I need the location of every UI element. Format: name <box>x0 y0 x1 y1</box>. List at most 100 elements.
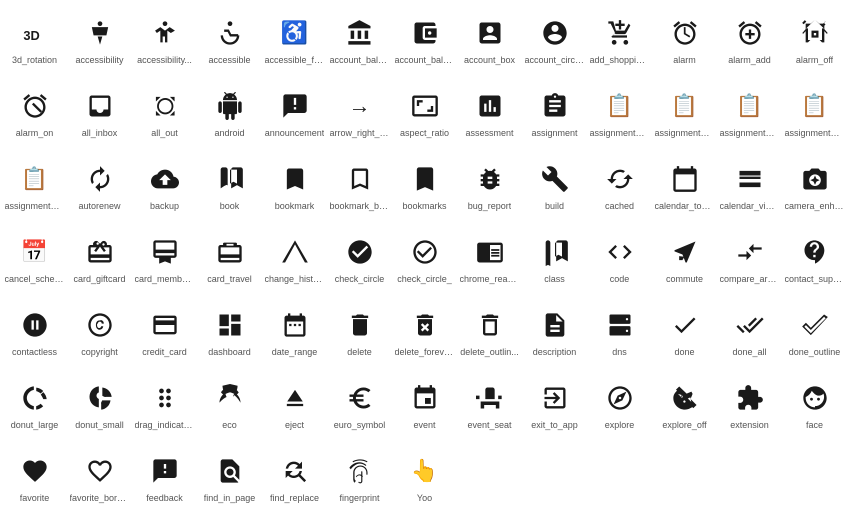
icon-cell-accessibility[interactable]: accessibility <box>67 4 132 77</box>
icon-cell-all_out[interactable]: all_out <box>132 77 197 150</box>
icon-cell-add_shopping_cart[interactable]: add_shopping... <box>587 4 652 77</box>
icon-cell-aspect_ratio[interactable]: aspect_ratio <box>392 77 457 150</box>
icon-cell-drag_indicator[interactable]: drag_indicato... <box>132 369 197 442</box>
icon-cell-camera_enhance[interactable]: camera_enhac... <box>782 150 847 223</box>
icon-cell-delete_outline[interactable]: delete_outlin... <box>457 296 522 369</box>
icon-cell-bookmarks[interactable]: bookmarks <box>392 150 457 223</box>
icon-cell-android[interactable]: android <box>197 77 262 150</box>
icon-cell-favorite_border[interactable]: favorite_bord... <box>67 442 132 515</box>
icon-cell-chrome_reader_mode[interactable]: chrome_reader... <box>457 223 522 296</box>
account_balance-label: account_balan... <box>330 55 390 66</box>
icon-cell-yoo[interactable]: 👆Yoo <box>392 442 457 515</box>
icon-cell-3d_rotation[interactable]: 3D3d_rotation <box>2 4 67 77</box>
account_box-icon <box>476 15 504 51</box>
icon-cell-assignment[interactable]: assignment <box>522 77 587 150</box>
icon-cell-commute[interactable]: commute <box>652 223 717 296</box>
icon-cell-build[interactable]: build <box>522 150 587 223</box>
icon-cell-check_circle[interactable]: check_circle <box>327 223 392 296</box>
icon-cell-eco[interactable]: eco <box>197 369 262 442</box>
icon-cell-cached[interactable]: cached <box>587 150 652 223</box>
icon-cell-assignment_ind[interactable]: 📋assignment_in... <box>587 77 652 150</box>
icon-cell-card_membership[interactable]: card_membersh... <box>132 223 197 296</box>
aspect_ratio-icon <box>411 88 439 124</box>
icon-cell-event_seat[interactable]: event_seat <box>457 369 522 442</box>
icon-cell-accessibility_new[interactable]: accessibility... <box>132 4 197 77</box>
icon-cell-assignment_returned[interactable]: 📋assignment_re... <box>782 77 847 150</box>
icon-cell-arrow_right_alt[interactable]: →arrow_right_a... <box>327 77 392 150</box>
icon-cell-fingerprint[interactable]: fingerprint <box>327 442 392 515</box>
icon-cell-done_outline[interactable]: done_outline <box>782 296 847 369</box>
accessibility-label: accessibility <box>75 55 123 66</box>
icon-cell-autorenew[interactable]: autorenew <box>67 150 132 223</box>
icon-cell-accessible[interactable]: accessible <box>197 4 262 77</box>
icon-cell-explore[interactable]: explore <box>587 369 652 442</box>
icon-cell-date_range[interactable]: date_range <box>262 296 327 369</box>
icon-cell-check_circle_outline[interactable]: check_circle_ <box>392 223 457 296</box>
icon-cell-face[interactable]: face <box>782 369 847 442</box>
icon-cell-account_circle[interactable]: account_circl... <box>522 4 587 77</box>
icon-cell-alarm_on[interactable]: alarm_on <box>2 77 67 150</box>
icon-cell-class[interactable]: class <box>522 223 587 296</box>
android-label: android <box>214 128 244 139</box>
icon-cell-account_balance_wallet[interactable]: account_balan... <box>392 4 457 77</box>
icon-cell-delete_forever[interactable]: delete_foreve... <box>392 296 457 369</box>
euro_symbol-label: euro_symbol <box>334 420 386 431</box>
icon-cell-alarm_add[interactable]: alarm_add <box>717 4 782 77</box>
icon-cell-donut_small[interactable]: donut_small <box>67 369 132 442</box>
icon-cell-contactless[interactable]: contactless <box>2 296 67 369</box>
icon-cell-calendar_today[interactable]: calendar_toda... <box>652 150 717 223</box>
dns-label: dns <box>612 347 627 358</box>
icon-cell-done[interactable]: done <box>652 296 717 369</box>
icon-cell-code[interactable]: code <box>587 223 652 296</box>
icon-cell-contact_support[interactable]: contact_suppo... <box>782 223 847 296</box>
icon-cell-feedback[interactable]: feedback <box>132 442 197 515</box>
calendar_today-icon <box>671 161 699 197</box>
icon-cell-dashboard[interactable]: dashboard <box>197 296 262 369</box>
icon-cell-assignment_return[interactable]: 📋assignment_re... <box>717 77 782 150</box>
icon-cell-exit_to_app[interactable]: exit_to_app <box>522 369 587 442</box>
icon-cell-bug_report[interactable]: bug_report <box>457 150 522 223</box>
dashboard-label: dashboard <box>208 347 251 358</box>
eco-label: eco <box>222 420 237 431</box>
icon-cell-dns[interactable]: dns <box>587 296 652 369</box>
icon-cell-book[interactable]: book <box>197 150 262 223</box>
icon-cell-eject[interactable]: eject <box>262 369 327 442</box>
icon-cell-bookmark_border[interactable]: bookmark_bord... <box>327 150 392 223</box>
icon-cell-credit_card[interactable]: credit_card <box>132 296 197 369</box>
icon-cell-backup[interactable]: backup <box>132 150 197 223</box>
icon-cell-find_replace[interactable]: find_replace <box>262 442 327 515</box>
icon-cell-account_balance[interactable]: account_balan... <box>327 4 392 77</box>
bookmarks-icon <box>411 161 439 197</box>
icon-cell-delete[interactable]: delete <box>327 296 392 369</box>
icon-cell-copyright[interactable]: copyright <box>67 296 132 369</box>
icon-cell-bookmark[interactable]: bookmark <box>262 150 327 223</box>
icon-cell-change_history[interactable]: change_histor... <box>262 223 327 296</box>
icon-cell-description[interactable]: description <box>522 296 587 369</box>
icon-cell-assignment_turned_in[interactable]: 📋assignment_tu... <box>2 150 67 223</box>
icon-cell-card_travel[interactable]: card_travel <box>197 223 262 296</box>
build-icon <box>541 161 569 197</box>
icon-cell-find_in_page[interactable]: find_in_page <box>197 442 262 515</box>
icon-cell-card_giftcard[interactable]: card_giftcard <box>67 223 132 296</box>
icon-cell-favorite[interactable]: favorite <box>2 442 67 515</box>
icon-cell-donut_large[interactable]: donut_large <box>2 369 67 442</box>
icon-cell-assignment_late[interactable]: 📋assignment_la... <box>652 77 717 150</box>
icon-cell-accessible_forward[interactable]: ♿accessible_fo... <box>262 4 327 77</box>
icon-cell-done_all[interactable]: done_all <box>717 296 782 369</box>
icon-cell-event[interactable]: event <box>392 369 457 442</box>
icon-cell-alarm_off[interactable]: alarm_off <box>782 4 847 77</box>
delete_outline-label: delete_outlin... <box>460 347 519 358</box>
icon-cell-assessment[interactable]: assessment <box>457 77 522 150</box>
icon-cell-euro_symbol[interactable]: euro_symbol <box>327 369 392 442</box>
icon-cell-alarm[interactable]: alarm <box>652 4 717 77</box>
icon-cell-extension[interactable]: extension <box>717 369 782 442</box>
icon-cell-calendar_view_day[interactable]: calendar_view... <box>717 150 782 223</box>
icon-cell-compare_arrows[interactable]: compare_arrow... <box>717 223 782 296</box>
icon-cell-all_inbox[interactable]: all_inbox <box>67 77 132 150</box>
icon-cell-cancel_schedule[interactable]: 📅cancel_schedu... <box>2 223 67 296</box>
date_range-icon <box>281 307 309 343</box>
chrome_reader_mode-label: chrome_reader... <box>460 274 520 285</box>
icon-cell-explore_off[interactable]: explore_off <box>652 369 717 442</box>
icon-cell-account_box[interactable]: account_box <box>457 4 522 77</box>
icon-cell-announcement[interactable]: announcement <box>262 77 327 150</box>
